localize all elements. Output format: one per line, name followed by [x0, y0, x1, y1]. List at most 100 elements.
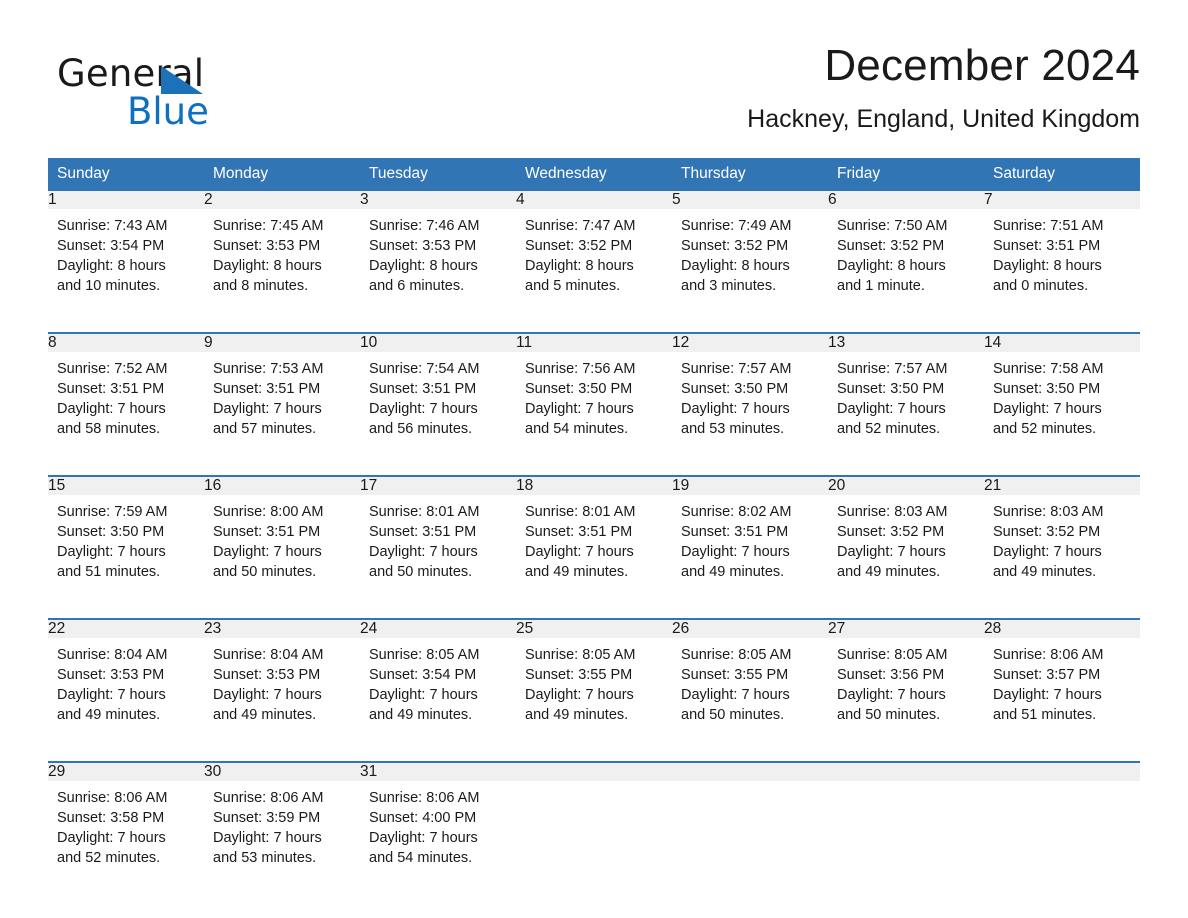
daylight-text-line2: and 53 minutes.	[213, 850, 317, 866]
week-separator	[48, 465, 1140, 477]
daylight-text-line2: and 50 minutes.	[837, 707, 941, 723]
day-detail: Sunrise: 7:54 AM Sunset: 3:51 PM Daylight:…	[360, 352, 516, 465]
day-detail: Sunrise: 8:03 AM Sunset: 3:52 PM Daylight:…	[984, 495, 1140, 608]
day-number[interactable]: 12	[672, 333, 828, 352]
sunrise-text: Sunrise: 7:54 AM	[369, 361, 480, 377]
sunrise-text: Sunrise: 7:58 AM	[993, 361, 1104, 377]
day-number[interactable]: 22	[48, 619, 204, 638]
sunset-text: Sunset: 3:54 PM	[369, 667, 477, 683]
daylight-text-line2: and 3 minutes.	[681, 278, 777, 294]
day-number[interactable]: 29	[48, 762, 204, 781]
day-number[interactable]: 3	[360, 191, 516, 209]
sunset-text: Sunset: 3:51 PM	[213, 524, 321, 540]
day-number[interactable]: 15	[48, 476, 204, 495]
day-detail: Sunrise: 7:57 AM Sunset: 3:50 PM Daylight:…	[672, 352, 828, 465]
day-number[interactable]: 25	[516, 619, 672, 638]
day-number[interactable]: 30	[204, 762, 360, 781]
daylight-text-line2: and 49 minutes.	[57, 707, 161, 723]
sunrise-text: Sunrise: 8:04 AM	[57, 647, 168, 663]
day-number[interactable]: 19	[672, 476, 828, 495]
day-number[interactable]: 11	[516, 333, 672, 352]
day-detail: Sunrise: 8:05 AM Sunset: 3:55 PM Daylight:…	[672, 638, 828, 751]
sunrise-text: Sunrise: 7:57 AM	[681, 361, 792, 377]
day-cell: Sunrise: 8:02 AM Sunset: 3:51 PM Daylight:…	[672, 495, 828, 608]
daylight-text-line1: Daylight: 7 hours	[369, 401, 478, 417]
daylight-text-line2: and 51 minutes.	[993, 707, 1097, 723]
day-number[interactable]: 26	[672, 619, 828, 638]
day-number[interactable]: 31	[360, 762, 516, 781]
day-number-empty	[984, 762, 1140, 781]
day-detail: Sunrise: 8:04 AM Sunset: 3:53 PM Daylight:…	[204, 638, 360, 751]
sunrise-text: Sunrise: 7:46 AM	[369, 218, 480, 234]
day-number[interactable]: 23	[204, 619, 360, 638]
daylight-text-line1: Daylight: 8 hours	[369, 258, 478, 274]
day-number[interactable]: 7	[984, 191, 1140, 209]
day-detail: Sunrise: 7:50 AM Sunset: 3:52 PM Daylight:…	[828, 209, 984, 322]
day-detail: Sunrise: 7:59 AM Sunset: 3:50 PM Daylight:…	[48, 495, 204, 608]
day-detail: Sunrise: 8:03 AM Sunset: 3:52 PM Daylight:…	[828, 495, 984, 608]
day-detail: Sunrise: 8:00 AM Sunset: 3:51 PM Daylight:…	[204, 495, 360, 608]
weekday-header-sunday: Sunday	[48, 158, 204, 191]
daylight-text-line2: and 0 minutes.	[993, 278, 1089, 294]
day-number[interactable]: 14	[984, 333, 1140, 352]
daylight-text-line2: and 49 minutes.	[681, 564, 785, 580]
day-number[interactable]: 2	[204, 191, 360, 209]
day-number[interactable]: 20	[828, 476, 984, 495]
day-number[interactable]: 1	[48, 191, 204, 209]
sunset-text: Sunset: 3:51 PM	[213, 381, 321, 397]
sunrise-text: Sunrise: 8:03 AM	[837, 504, 948, 520]
day-cell: Sunrise: 8:06 AM Sunset: 3:59 PM Daylight:…	[204, 781, 360, 894]
sunset-text: Sunset: 4:00 PM	[369, 810, 477, 826]
day-number[interactable]: 6	[828, 191, 984, 209]
sunset-text: Sunset: 3:59 PM	[213, 810, 321, 826]
sunset-text: Sunset: 3:51 PM	[993, 238, 1101, 254]
day-number[interactable]: 10	[360, 333, 516, 352]
day-number[interactable]: 24	[360, 619, 516, 638]
sunrise-text: Sunrise: 8:06 AM	[57, 790, 168, 806]
daylight-text-line2: and 10 minutes.	[57, 278, 161, 294]
sunrise-text: Sunrise: 8:01 AM	[525, 504, 636, 520]
sunset-text: Sunset: 3:53 PM	[213, 238, 321, 254]
general-blue-logo[interactable]: General Blue	[57, 53, 317, 133]
day-cell: Sunrise: 7:52 AM Sunset: 3:51 PM Daylight:…	[48, 352, 204, 465]
day-detail: Sunrise: 7:46 AM Sunset: 3:53 PM Daylight:…	[360, 209, 516, 322]
day-number[interactable]: 17	[360, 476, 516, 495]
daylight-text-line2: and 49 minutes.	[213, 707, 317, 723]
day-cell: Sunrise: 7:57 AM Sunset: 3:50 PM Daylight:…	[672, 352, 828, 465]
daylight-text-line1: Daylight: 7 hours	[57, 687, 166, 703]
day-number[interactable]: 13	[828, 333, 984, 352]
sunset-text: Sunset: 3:52 PM	[837, 238, 945, 254]
daylight-text-line2: and 6 minutes.	[369, 278, 465, 294]
daylight-text-line1: Daylight: 7 hours	[993, 401, 1102, 417]
day-detail: Sunrise: 8:02 AM Sunset: 3:51 PM Daylight:…	[672, 495, 828, 608]
day-detail: Sunrise: 7:49 AM Sunset: 3:52 PM Daylight:…	[672, 209, 828, 322]
day-number[interactable]: 16	[204, 476, 360, 495]
day-detail: Sunrise: 7:45 AM Sunset: 3:53 PM Daylight:…	[204, 209, 360, 322]
daylight-text-line1: Daylight: 7 hours	[57, 401, 166, 417]
weekday-header-friday: Friday	[828, 158, 984, 191]
daylight-text-line1: Daylight: 7 hours	[681, 687, 790, 703]
day-cell: Sunrise: 7:49 AM Sunset: 3:52 PM Daylight:…	[672, 209, 828, 322]
day-number[interactable]: 21	[984, 476, 1140, 495]
day-detail: Sunrise: 7:47 AM Sunset: 3:52 PM Daylight:…	[516, 209, 672, 322]
day-cell	[984, 781, 1140, 894]
day-number[interactable]: 4	[516, 191, 672, 209]
day-detail: Sunrise: 7:43 AM Sunset: 3:54 PM Daylight:…	[48, 209, 204, 322]
sunset-text: Sunset: 3:51 PM	[681, 524, 789, 540]
day-number-empty	[516, 762, 672, 781]
day-number[interactable]: 8	[48, 333, 204, 352]
day-number-row: 29 30 31	[48, 762, 1140, 781]
day-number[interactable]: 27	[828, 619, 984, 638]
daylight-text-line2: and 51 minutes.	[57, 564, 161, 580]
day-number[interactable]: 18	[516, 476, 672, 495]
sunrise-text: Sunrise: 8:04 AM	[213, 647, 324, 663]
day-cell: Sunrise: 7:59 AM Sunset: 3:50 PM Daylight:…	[48, 495, 204, 608]
sunset-text: Sunset: 3:52 PM	[837, 524, 945, 540]
daylight-text-line1: Daylight: 7 hours	[213, 401, 322, 417]
sunset-text: Sunset: 3:55 PM	[525, 667, 633, 683]
daylight-text-line1: Daylight: 8 hours	[57, 258, 166, 274]
day-number[interactable]: 28	[984, 619, 1140, 638]
day-cell: Sunrise: 7:45 AM Sunset: 3:53 PM Daylight:…	[204, 209, 360, 322]
day-number[interactable]: 5	[672, 191, 828, 209]
day-number[interactable]: 9	[204, 333, 360, 352]
